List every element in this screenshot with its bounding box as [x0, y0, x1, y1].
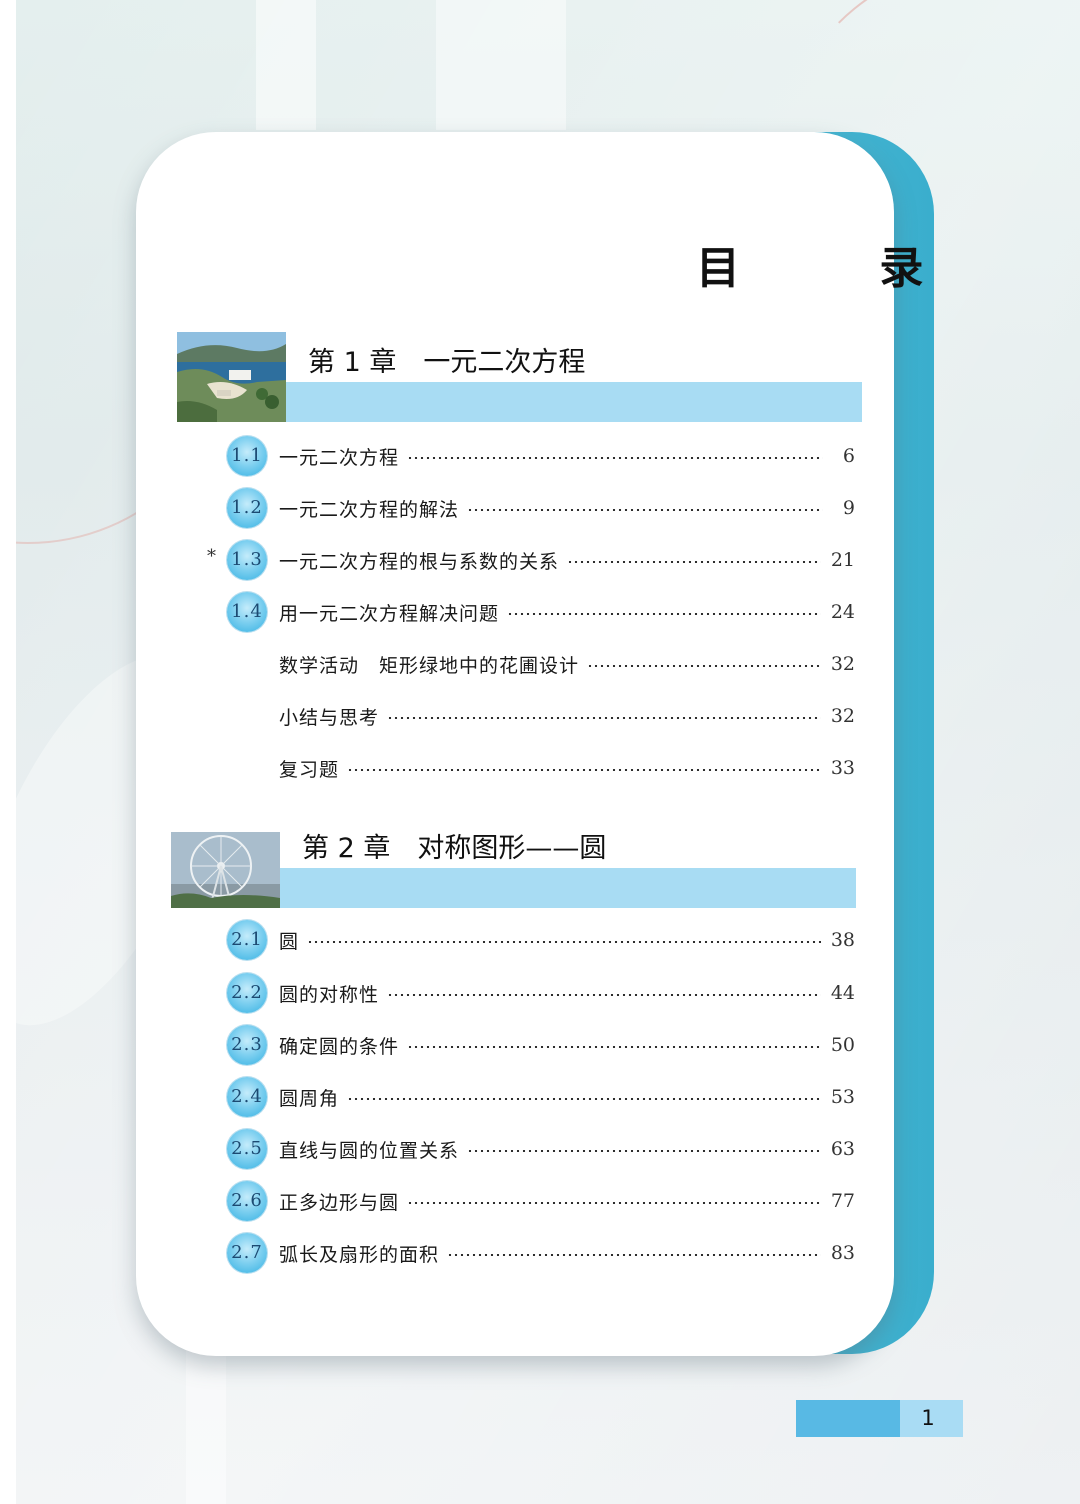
page-number: 1 — [921, 1406, 935, 1430]
section-number-badge: 2.6 — [227, 1181, 267, 1221]
optional-star-mark: * — [207, 546, 216, 567]
toc-entry-label: 直线与圆的位置关系 — [279, 1139, 460, 1162]
section-number-badge: 2.3 — [227, 1025, 267, 1065]
section-number-badge: 2.7 — [227, 1233, 267, 1273]
toc-page-number: 24 — [830, 601, 855, 623]
toc-row: 一元二次方程 6 — [279, 436, 855, 476]
dot-leader — [507, 613, 821, 615]
section-number-badge: 2.4 — [227, 1077, 267, 1117]
toc-page-number: 83 — [830, 1242, 855, 1264]
toc-page-number: 6 — [842, 445, 855, 467]
chapter-1-bar — [286, 382, 862, 422]
section-number-badge: 1.4 — [227, 592, 267, 632]
dot-leader — [307, 941, 821, 943]
toc-entry-label: 用一元二次方程解决问题 — [279, 602, 500, 625]
toc-row: 圆的对称性 44 — [279, 973, 855, 1013]
toc-page-number: 32 — [830, 653, 855, 675]
dot-leader — [387, 717, 821, 719]
toc-entry-label: 弧长及扇形的面积 — [279, 1243, 440, 1266]
coastal-resort-image — [177, 332, 286, 422]
toc-row: 圆周角 53 — [279, 1077, 855, 1117]
dot-leader — [387, 994, 821, 996]
toc-entry[interactable]: 1.4 用一元二次方程解决问题 24 — [0, 592, 1080, 632]
toc-row: 确定圆的条件 50 — [279, 1025, 855, 1065]
toc-page-number: 21 — [830, 549, 855, 571]
section-number-badge: 2.2 — [227, 973, 267, 1013]
toc-entry[interactable]: 1.2 一元二次方程的解法 9 — [0, 488, 1080, 528]
chapter-2-title: 第 2 章 对称图形——圆 — [302, 833, 607, 864]
toc-entry[interactable]: 2.5 直线与圆的位置关系 63 — [0, 1129, 1080, 1169]
toc-page-number: 63 — [830, 1138, 855, 1160]
toc-entry-label: 圆 — [279, 930, 300, 953]
toc-row: 弧长及扇形的面积 83 — [279, 1233, 855, 1273]
chapter-1-photo — [177, 332, 286, 422]
dot-leader — [567, 561, 821, 563]
dot-leader — [467, 1150, 821, 1152]
toc-page-number: 44 — [830, 982, 855, 1004]
toc-entry-label: 一元二次方程 — [279, 446, 400, 469]
dot-leader — [347, 1098, 821, 1100]
toc-row: 圆 38 — [279, 920, 855, 960]
dot-leader — [587, 665, 821, 667]
toc-entry[interactable]: 2.7 弧长及扇形的面积 83 — [0, 1233, 1080, 1273]
toc-entry[interactable]: 1.1 一元二次方程 6 — [0, 436, 1080, 476]
toc-row: 正多边形与圆 77 — [279, 1181, 855, 1221]
toc-row: 直线与圆的位置关系 63 — [279, 1129, 855, 1169]
section-number-badge: 1.2 — [227, 488, 267, 528]
toc-entry[interactable]: 2.3 确定圆的条件 50 — [0, 1025, 1080, 1065]
toc-row: 用一元二次方程解决问题 24 — [279, 592, 855, 632]
chapter-2-photo — [171, 832, 280, 908]
toc-entry-label: 正多边形与圆 — [279, 1191, 400, 1214]
section-number-badge: 2.5 — [227, 1129, 267, 1169]
page-tab-bar — [796, 1400, 900, 1437]
page-number-tab: 1 — [796, 1400, 963, 1437]
toc-entry-label: 圆周角 — [279, 1087, 340, 1110]
toc-entry[interactable]: 2.1 圆 38 — [0, 920, 1080, 960]
toc-entry[interactable]: * 1.3 一元二次方程的根与系数的关系 21 — [0, 540, 1080, 580]
toc-entry-label: 数学活动 矩形绿地中的花圃设计 — [279, 654, 580, 677]
toc-page-number: 50 — [830, 1034, 855, 1056]
toc-entry-label: 复习题 — [279, 758, 340, 781]
toc-entry[interactable]: 数学活动 矩形绿地中的花圃设计 32 — [0, 644, 1080, 684]
background-shape — [256, 0, 316, 130]
toc-entry-label: 确定圆的条件 — [279, 1035, 400, 1058]
chapter-1-title: 第 1 章 一元二次方程 — [308, 347, 586, 378]
toc-page-number: 77 — [830, 1190, 855, 1212]
toc-title: 目 录 — [696, 243, 986, 294]
toc-entry-label: 一元二次方程的根与系数的关系 — [279, 550, 560, 573]
toc-row: 数学活动 矩形绿地中的花圃设计 32 — [279, 644, 855, 684]
section-number-badge: 1.1 — [227, 436, 267, 476]
dot-leader — [467, 509, 823, 511]
toc-page-number: 33 — [830, 757, 855, 779]
dot-leader — [407, 457, 823, 459]
toc-row: 小结与思考 32 — [279, 696, 855, 736]
toc-entry-label: 圆的对称性 — [279, 983, 380, 1006]
toc-row: 复习题 33 — [279, 748, 855, 788]
ferris-wheel-image — [171, 832, 280, 908]
toc-page-number: 38 — [830, 929, 855, 951]
toc-entry[interactable]: 小结与思考 32 — [0, 696, 1080, 736]
toc-page-number: 32 — [830, 705, 855, 727]
section-number-badge: 2.1 — [227, 920, 267, 960]
chapter-2-bar — [280, 868, 856, 908]
dot-leader — [407, 1046, 821, 1048]
toc-entry-label: 一元二次方程的解法 — [279, 498, 460, 521]
background-shape — [186, 1350, 226, 1504]
toc-entry[interactable]: 2.4 圆周角 53 — [0, 1077, 1080, 1117]
dot-leader — [447, 1254, 821, 1256]
toc-entry[interactable]: 2.6 正多边形与圆 77 — [0, 1181, 1080, 1221]
dot-leader — [347, 769, 821, 771]
toc-page-number: 53 — [830, 1086, 855, 1108]
background-shape — [436, 0, 566, 130]
toc-entry[interactable]: 复习题 33 — [0, 748, 1080, 788]
toc-row: 一元二次方程的解法 9 — [279, 488, 855, 528]
page-card — [136, 132, 894, 1356]
toc-row: 一元二次方程的根与系数的关系 21 — [279, 540, 855, 580]
toc-entry[interactable]: 2.2 圆的对称性 44 — [0, 973, 1080, 1013]
section-number-badge: 1.3 — [227, 540, 267, 580]
toc-entry-label: 小结与思考 — [279, 706, 380, 729]
toc-page-number: 9 — [842, 497, 855, 519]
dot-leader — [407, 1202, 821, 1204]
